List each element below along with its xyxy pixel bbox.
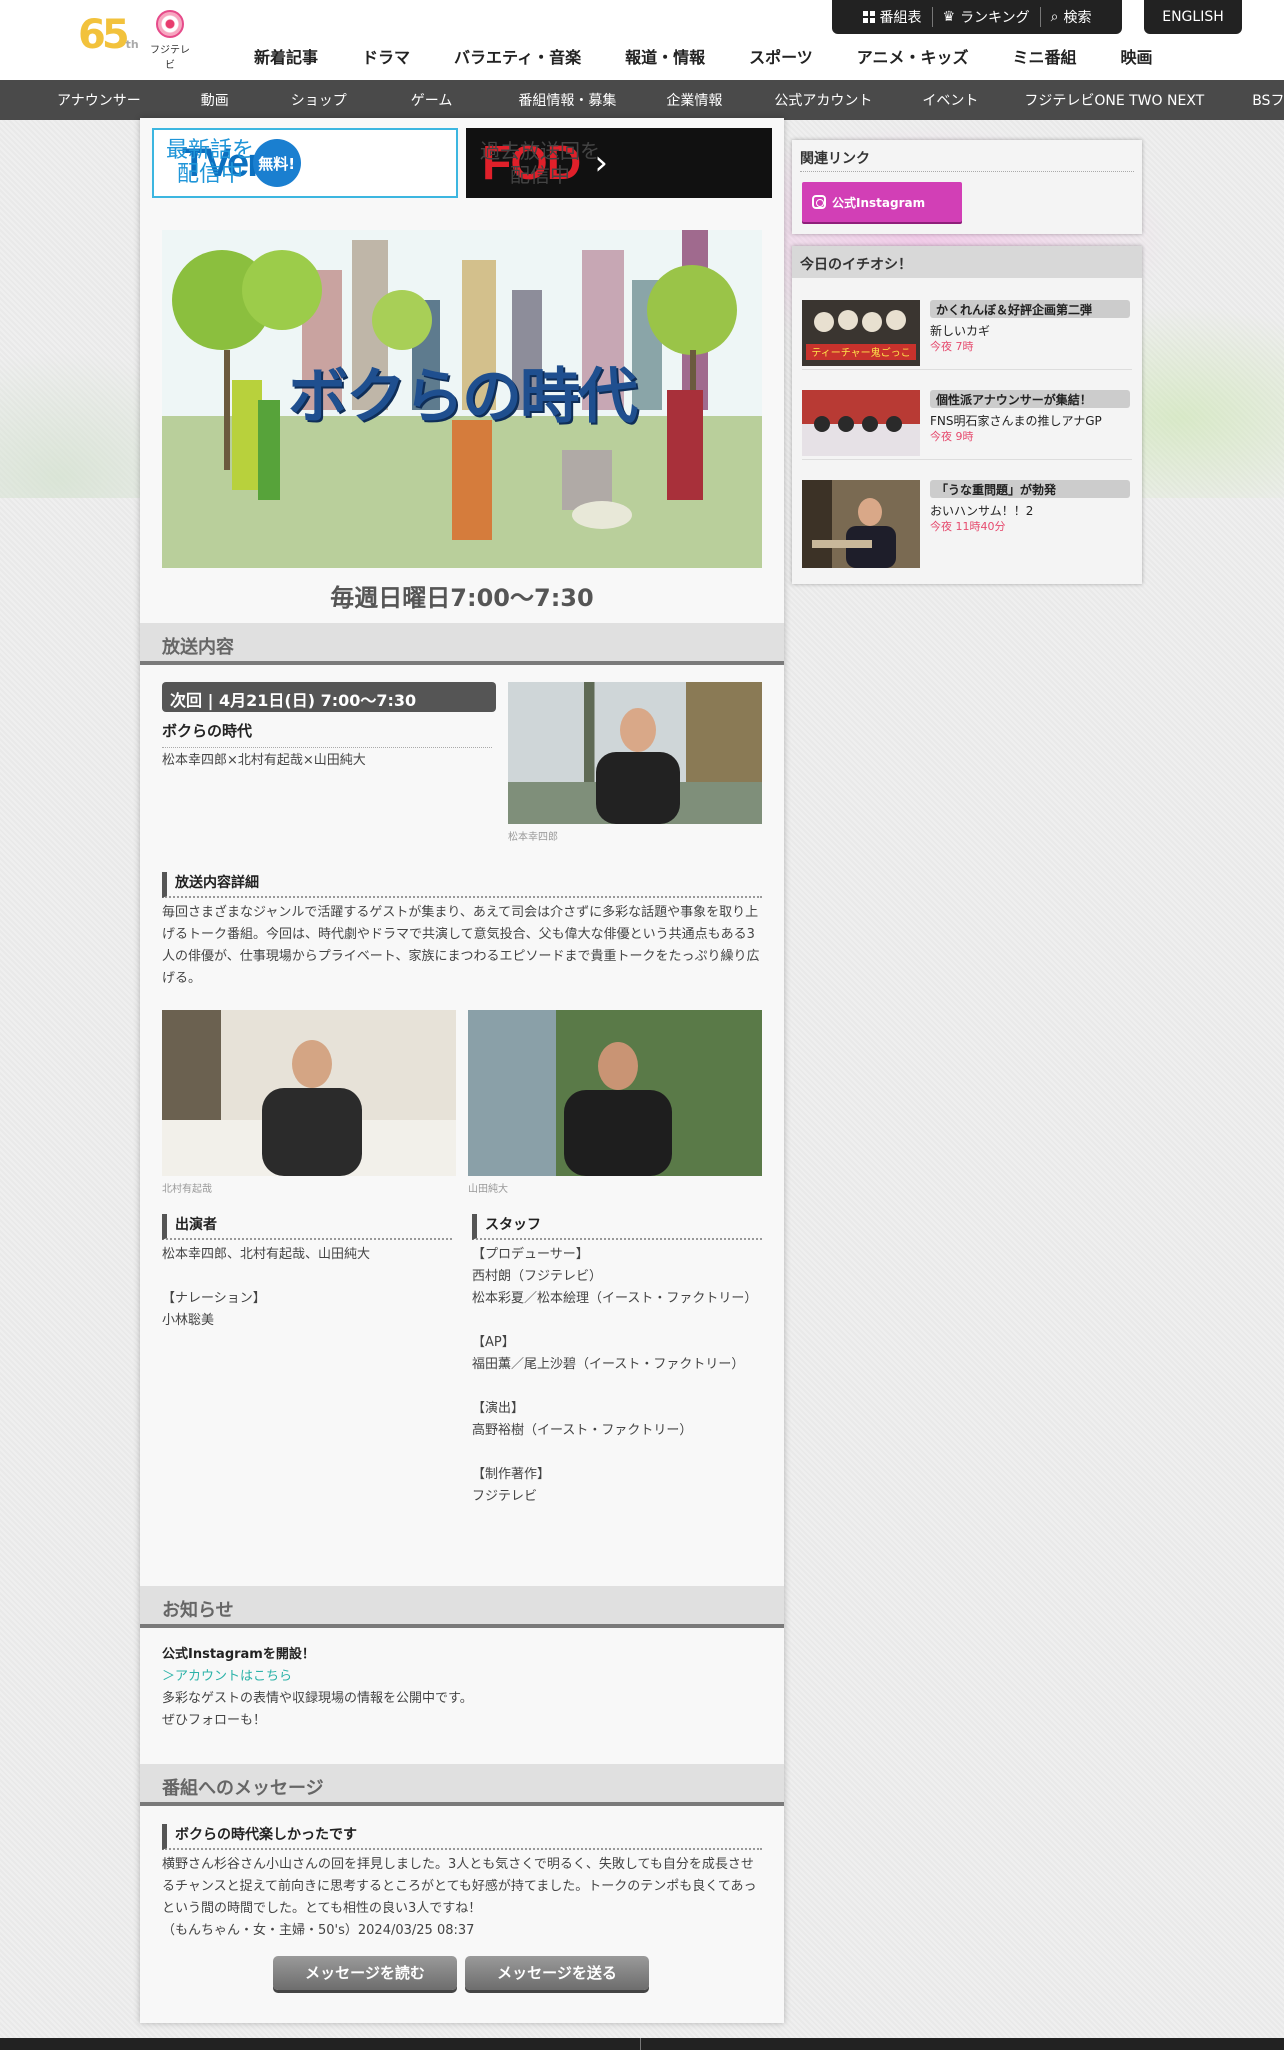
message-heading: ボクらの時代楽しかったです: [162, 1824, 762, 1850]
section-notice-header: お知らせ: [140, 1586, 784, 1628]
guest-photo-illustration: [508, 708, 762, 824]
nav-news-info[interactable]: 報道・情報: [603, 44, 727, 68]
staff-heading: スタッフ: [472, 1214, 762, 1240]
subnav-program-info[interactable]: 番組情報・募集: [518, 90, 616, 110]
section-broadcast-header: 放送内容: [140, 623, 784, 665]
nav-drama[interactable]: ドラマ: [340, 44, 432, 68]
guest-photo-illustration: [162, 1040, 456, 1176]
fujitv-logo-text: フジテレビ: [150, 45, 190, 71]
nav-mini[interactable]: ミニ番組: [990, 44, 1098, 68]
staff-list: 【プロデューサー】 西村朗（フジテレビ） 松本彩夏／松本絵理（イースト・ファクトリー…: [472, 1247, 758, 1504]
english-button[interactable]: ENGLISH: [1144, 0, 1242, 34]
pick-time: 今夜 9時: [930, 430, 974, 443]
related-links-title: 関連リンク: [800, 140, 1134, 172]
sub-nav: アナウンサー 動画 ショップ ゲーム 番組情報・募集 企業情報 公式アカウント …: [0, 80, 1284, 120]
guest-photo-illustration: [564, 1042, 672, 1176]
episode-photo-2: [162, 1010, 456, 1176]
subnav-game[interactable]: ゲーム: [411, 90, 453, 110]
photo-caption-1: 松本幸四郎: [508, 832, 558, 843]
pick-tag: かくれんぼ＆好評企画第二弾: [930, 300, 1130, 318]
instagram-button[interactable]: 公式Instagram: [802, 182, 962, 222]
pick-thumbnail-image: [802, 480, 920, 568]
pick-thumbnail-image: ティーチャー鬼ごっこ: [802, 300, 920, 366]
detail-heading: 放送内容詳細: [162, 872, 762, 898]
pick-item[interactable]: ティーチャー鬼ごっこ かくれんぼ＆好評企画第二弾 新しいカギ 今夜 7時: [802, 300, 1132, 370]
site-footer: [0, 2038, 1284, 2050]
ranking-link[interactable]: ♛ ランキング: [933, 7, 1041, 27]
main-nav: 新着記事 ドラマ バラエティ・音楽 報道・情報 スポーツ アニメ・キッズ ミニ番…: [232, 44, 1175, 68]
next-broadcast-label: 次回 | 4月21日(日) 7:00〜7:30: [162, 682, 496, 712]
pick-item[interactable]: 個性派アナウンサーが集結！ FNS明石家さんまの推しアナGP 今夜 9時: [802, 390, 1132, 460]
search-link[interactable]: ⌕ 検索: [1041, 7, 1102, 27]
site-header: 65th フジテレビ 番組表 ♛ ランキング ⌕ 検索 ENGLISH 新着記事 ド…: [0, 0, 1284, 80]
pick-title: 新しいカギ: [930, 324, 991, 338]
subnav-video[interactable]: 動画: [201, 90, 229, 110]
schedule-link[interactable]: 番組表: [853, 7, 933, 27]
utility-bar: 番組表 ♛ ランキング ⌕ 検索: [832, 0, 1122, 34]
broadcast-timeslot: 毎週日曜日7:00〜7:30: [330, 584, 594, 612]
send-message-button[interactable]: メッセージを送る: [465, 1956, 649, 1990]
read-messages-button[interactable]: メッセージを読む: [273, 1956, 457, 1990]
subnav-event[interactable]: イベント: [922, 90, 978, 110]
instagram-icon: [812, 195, 826, 209]
tver-banner[interactable]: TVer 無料! 最新話を 配信中: [152, 128, 458, 198]
todays-pick-box: 今日のイチオシ！ ティーチャー鬼ごっこ かくれんぼ＆好評企画第二弾 新しいカギ …: [792, 246, 1142, 584]
fujitv-logo[interactable]: フジテレビ: [146, 10, 194, 71]
subnav-bsfuji[interactable]: BSフジ: [1252, 90, 1284, 110]
fujitv-eye-icon: [156, 10, 184, 38]
tver-free-badge: 無料!: [252, 139, 301, 187]
cast-heading: 出演者: [162, 1214, 452, 1240]
message-body: 横野さん杉谷さん小山さんの回を拝見しました。3人とも気さくで明るく、失敗しても自…: [162, 1857, 757, 1916]
related-links-box: 関連リンク 公式Instagram: [792, 140, 1142, 234]
pick-time: 今夜 11時40分: [930, 520, 1006, 533]
nav-anime[interactable]: アニメ・キッズ: [835, 44, 991, 68]
photo-caption-2: 北村有起哉: [162, 1184, 212, 1195]
nav-movie[interactable]: 映画: [1098, 44, 1174, 68]
fod-banner[interactable]: FOD 過去放送回を 配信中 ›: [466, 128, 772, 198]
search-icon: ⌕: [1050, 9, 1059, 25]
main-content: TVer 無料! 最新話を 配信中 FOD 過去放送回を 配信中 › ボクらの時…: [140, 118, 784, 2023]
anniversary-logo[interactable]: 65th: [78, 12, 139, 58]
episode-guests: 松本幸四郎×北村有起哉×山田純大: [162, 753, 366, 768]
pick-thumbnail: [802, 390, 920, 456]
fod-text: 過去放送回を 配信中: [480, 139, 600, 187]
episode-photo-1: [508, 682, 762, 824]
pick-thumbnail: [802, 480, 920, 568]
message-signature: （もんちゃん・女・主婦・50's）2024/03/25 08:37: [162, 1923, 475, 1938]
episode-photo-3: [468, 1010, 762, 1176]
grid-icon: [862, 11, 875, 23]
nav-variety[interactable]: バラエティ・音楽: [432, 44, 603, 68]
crown-icon: ♛: [942, 9, 956, 25]
nav-sports[interactable]: スポーツ: [727, 44, 835, 68]
subnav-one-two-next[interactable]: フジテレビONE TWO NEXT: [1024, 90, 1204, 110]
pick-item[interactable]: 「うな重問題」が勃発 おいハンサム！！2 今夜 11時40分: [802, 480, 1132, 568]
pick-thumbnail: ティーチャー鬼ごっこ: [802, 300, 920, 366]
nav-news[interactable]: 新着記事: [232, 44, 340, 68]
tver-text: 最新話を 配信中: [166, 138, 255, 187]
instagram-account-link[interactable]: ＞アカウントはこちら: [162, 1666, 292, 1688]
todays-pick-title: 今日のイチオシ！: [792, 246, 1142, 278]
subnav-corporate[interactable]: 企業情報: [666, 90, 722, 110]
subnav-shop[interactable]: ショップ: [291, 90, 347, 110]
pick-tag: 「うな重問題」が勃発: [930, 480, 1130, 498]
photo-caption-3: 山田純大: [468, 1184, 508, 1195]
pick-title: おいハンサム！！2: [930, 504, 1034, 518]
notice-title: 公式Instagramを開設！: [162, 1647, 315, 1662]
subnav-announcer[interactable]: アナウンサー: [57, 90, 141, 110]
notice-body: 多彩なゲストの表情や収録現場の情報を公開中です。 ぜひフォローも！: [162, 1691, 473, 1728]
pick-tag: 個性派アナウンサーが集結！: [930, 390, 1130, 408]
pick-time: 今夜 7時: [930, 340, 974, 353]
show-logo-title: ボクらの時代: [288, 362, 638, 432]
section-message-header: 番組へのメッセージ: [140, 1764, 784, 1806]
pick-thumbnail-caption: ティーチャー鬼ごっこ: [811, 346, 910, 359]
pick-thumbnail-image: [802, 390, 920, 456]
cast-list: 松本幸四郎、北村有起哉、山田純大 【ナレーション】 小林聡美: [162, 1247, 371, 1328]
show-key-visual: ボクらの時代: [162, 230, 762, 568]
subnav-official-account[interactable]: 公式アカウント: [774, 90, 872, 110]
pick-title: FNS明石家さんまの推しアナGP: [930, 414, 1102, 428]
episode-title: ボクらの時代: [162, 720, 492, 748]
detail-text: 毎回さまざまなジャンルで活躍するゲストが集まり、あえて司会は介さずに多彩な話題や…: [162, 905, 760, 986]
